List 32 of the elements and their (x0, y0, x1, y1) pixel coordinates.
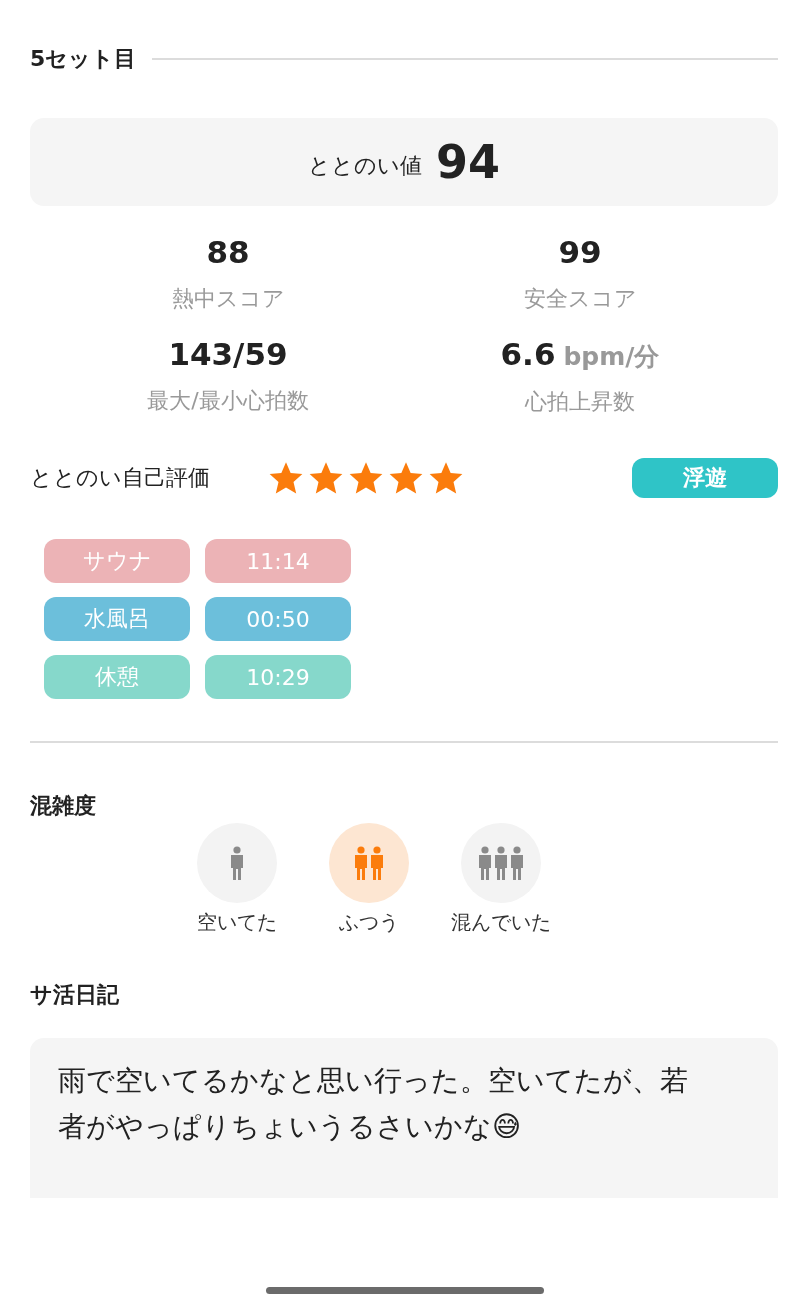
stat-label: 心拍上昇数 (525, 388, 635, 416)
stat-label: 安全スコア (523, 285, 637, 313)
phase-label: 休憩 (44, 655, 190, 699)
phase-label: サウナ (44, 539, 190, 583)
phase-time: 10:29 (205, 655, 351, 699)
stat-value: 88 (206, 234, 250, 270)
stat-value: 143/59 (168, 336, 288, 372)
score-label: ととのい値 (308, 152, 422, 180)
diary-text: 雨で空いてるかなと思い行った。空いてたが、若者がやっぱりちょいうるさいかな😅 (58, 1063, 689, 1145)
star-icon (428, 460, 464, 496)
rating-label: ととのい自己評価 (30, 464, 211, 492)
people-icon (478, 846, 524, 880)
stat-value: 99 (558, 234, 602, 270)
stat-value: 6.6 (500, 336, 556, 372)
score-value: 94 (436, 135, 500, 189)
section-title: サ活日記 (30, 981, 120, 1009)
mood-tag: 浮遊 (632, 458, 778, 498)
star-icon (268, 460, 304, 496)
phase-time: 11:14 (205, 539, 351, 583)
stat-label: 最大/最小心拍数 (147, 387, 309, 415)
section-title: 混雑度 (30, 792, 97, 820)
phase-time: 00:50 (205, 597, 351, 641)
star-icon (388, 460, 424, 496)
people-icon (354, 846, 384, 880)
star-icon (348, 460, 384, 496)
stat-unit: bpm/分 (563, 341, 660, 373)
star-icon (308, 460, 344, 496)
stat-label: 熱中スコア (171, 285, 285, 313)
star-rating[interactable] (268, 460, 464, 496)
section-title: 5セット目 (30, 45, 137, 73)
people-icon (230, 846, 244, 880)
phase-label: 水風呂 (44, 597, 190, 641)
